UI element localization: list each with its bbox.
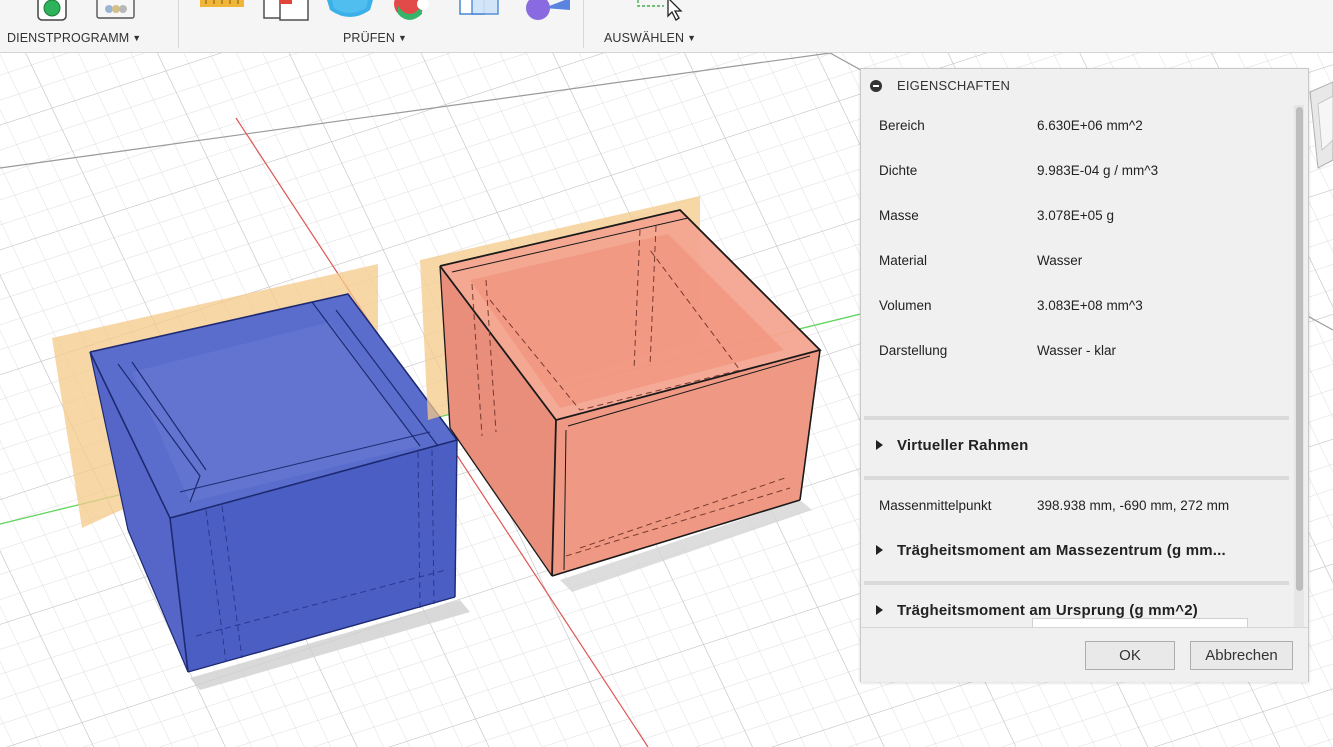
divider: [864, 581, 1289, 585]
select-box-icon[interactable]: [458, 0, 502, 20]
property-label: Material: [879, 253, 928, 268]
property-value: 6.630E+06 mm^2: [1037, 118, 1143, 133]
property-label: Masse: [879, 208, 919, 223]
cylinder-icon[interactable]: [324, 0, 376, 22]
expand-arrow-icon: [876, 605, 883, 615]
auswaehlen-menu[interactable]: AUSWÄHLEN ▼: [604, 31, 696, 45]
property-row-bereich: Bereich 6.630E+06 mm^2: [861, 103, 1293, 148]
cursor-icon[interactable]: [634, 0, 694, 24]
gallery-icon[interactable]: [96, 0, 136, 22]
properties-dialog: EIGENSCHAFTEN Bereich 6.630E+06 mm^2 Dic…: [860, 68, 1309, 682]
property-label: Massenmittelpunkt: [879, 498, 992, 513]
record-icon[interactable]: [36, 0, 68, 22]
measure-icon[interactable]: [200, 0, 244, 12]
property-row-masse: Masse 3.078E+05 g: [861, 193, 1293, 238]
collapse-icon[interactable]: [870, 80, 882, 92]
section-label: Trägheitsmoment am Ursprung (g mm^2): [897, 602, 1199, 619]
property-value: Wasser: [1037, 253, 1083, 268]
property-label: Volumen: [879, 298, 932, 313]
property-value: 398.938 mm, -690 mm, 272 mm: [1037, 498, 1230, 513]
dienstprogramm-menu[interactable]: DIENSTPROGRAMM ▼: [7, 31, 141, 45]
pruefen-menu[interactable]: PRÜFEN ▼: [343, 31, 407, 45]
section-virtueller-rahmen[interactable]: Virtueller Rahmen: [861, 432, 1293, 462]
property-label: Dichte: [879, 163, 918, 178]
interference-icon[interactable]: [262, 0, 312, 22]
caret-down-icon: ▼: [398, 33, 408, 43]
properties-list: Bereich 6.630E+06 mm^2 Dichte 9.983E-04 …: [861, 103, 1293, 627]
ok-button[interactable]: OK: [1085, 641, 1175, 670]
divider: [864, 416, 1289, 420]
dialog-title: EIGENSCHAFTEN: [897, 78, 1011, 93]
sphere-icon[interactable]: [524, 0, 572, 22]
caret-down-icon: ▼: [687, 33, 697, 43]
section-label: Trägheitsmoment am Massezentrum (g mm...: [897, 542, 1226, 559]
toolbar: DIENSTPROGRAMM ▼ PRÜFEN ▼ AUSWÄHLEN ▼: [0, 0, 1333, 53]
property-row-dichte: Dichte 9.983E-04 g / mm^3: [861, 148, 1293, 193]
pruefen-label: PRÜFEN: [343, 31, 395, 45]
divider: [864, 476, 1289, 480]
scrollbar-thumb[interactable]: [1296, 107, 1303, 591]
section-traegheitsmoment-massezentrum[interactable]: Trägheitsmoment am Massezentrum (g mm...: [861, 537, 1293, 567]
dienstprogramm-label: DIENSTPROGRAMM: [7, 31, 130, 45]
dialog-header: EIGENSCHAFTEN: [861, 69, 1308, 103]
property-value: 9.983E-04 g / mm^3: [1037, 163, 1159, 178]
property-label: Bereich: [879, 118, 925, 133]
property-value: 3.078E+05 g: [1037, 208, 1114, 223]
caret-down-icon: ▼: [132, 33, 142, 43]
property-row-massenmittelpunkt: Massenmittelpunkt 398.938 mm, -690 mm, 2…: [861, 483, 1293, 528]
property-row-volumen: Volumen 3.083E+08 mm^3: [861, 283, 1293, 328]
property-row-darstellung: Darstellung Wasser - klar: [861, 328, 1293, 373]
property-value: 3.083E+08 mm^3: [1037, 298, 1143, 313]
expand-arrow-icon: [876, 545, 883, 555]
auswaehlen-label: AUSWÄHLEN: [604, 31, 685, 45]
section-label: Virtueller Rahmen: [897, 437, 1029, 454]
property-label: Darstellung: [879, 343, 948, 358]
toolbar-separator: [178, 0, 179, 48]
dialog-footer: OK Abbrechen: [861, 627, 1308, 682]
toolbar-separator: [583, 0, 584, 48]
section-icon[interactable]: [392, 0, 432, 22]
property-value: Wasser - klar: [1037, 343, 1117, 358]
cancel-button[interactable]: Abbrechen: [1190, 641, 1293, 670]
expand-arrow-icon: [876, 440, 883, 450]
property-row-material: Material Wasser: [861, 238, 1293, 283]
